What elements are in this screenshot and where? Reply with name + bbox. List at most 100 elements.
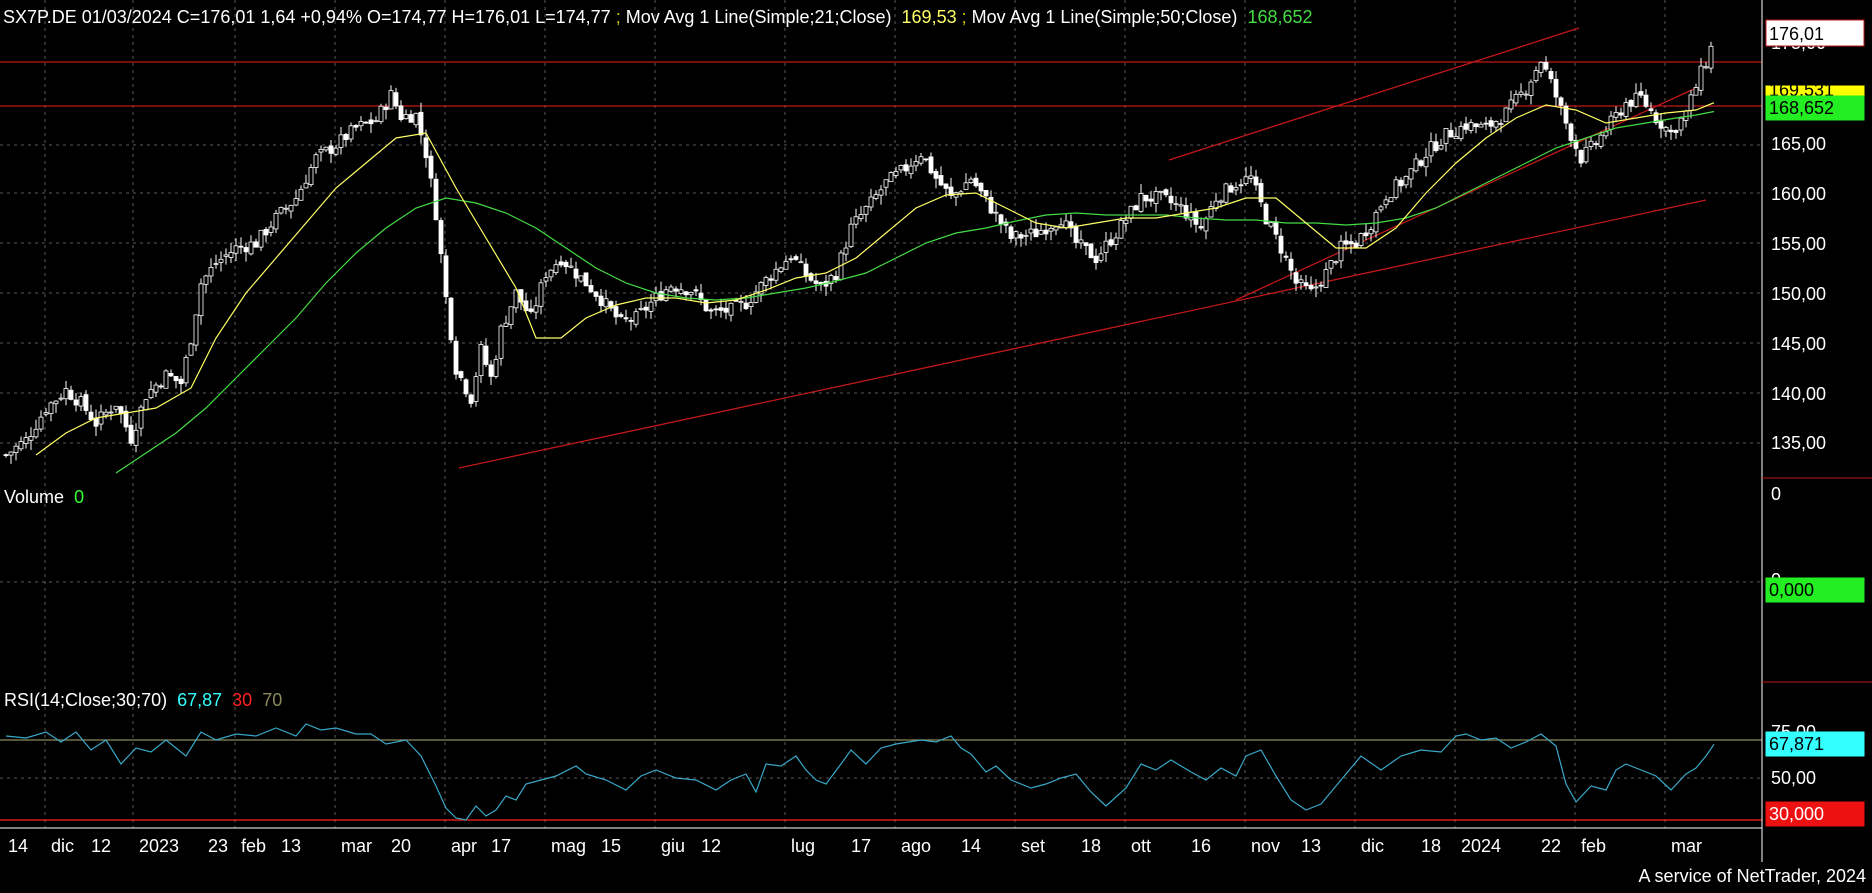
candle-body: [1188, 211, 1194, 221]
candle-body: [923, 158, 929, 161]
ma50-value: 168,652: [1247, 7, 1312, 27]
candle-body: [1028, 228, 1034, 234]
candle-body: [1233, 186, 1239, 191]
candle-body: [188, 343, 194, 356]
candle-body: [1438, 145, 1444, 150]
legend-separator: ;: [962, 7, 972, 27]
trend-line: [1168, 27, 1580, 161]
candle-body: [1018, 234, 1024, 239]
candle-body: [1453, 136, 1459, 140]
candle-body: [458, 371, 464, 379]
candle-body: [298, 188, 304, 201]
candle-body: [893, 171, 899, 176]
candle-body: [1413, 158, 1419, 172]
candle-body: [723, 307, 729, 313]
candle-body: [963, 182, 969, 190]
candle-body: [1603, 131, 1609, 137]
candle-body: [613, 306, 619, 318]
candle-body: [573, 268, 579, 279]
moving-averages: [35, 102, 1715, 474]
chart-window: 175,00165,00160,00155,00150,00145,00140,…: [0, 0, 1872, 888]
candle-body: [938, 175, 944, 186]
candle-body: [968, 178, 974, 183]
candle-body: [1283, 255, 1289, 258]
volume-label: Volume: [4, 487, 64, 507]
date-label: feb: [241, 836, 266, 856]
candle-body: [483, 345, 489, 365]
candle-body: [313, 154, 319, 168]
candle-body: [1303, 282, 1309, 286]
ma21-line: [35, 102, 1715, 456]
candle-body: [928, 156, 934, 174]
candle-body: [1093, 255, 1099, 264]
candle-body: [478, 344, 484, 376]
rsi-legend: RSI(14;Close;30;70) 67,87 30 70: [4, 690, 282, 710]
candle-body: [1538, 61, 1544, 73]
date-label: nov: [1251, 836, 1280, 856]
candle-body: [1663, 127, 1669, 132]
candle-body: [1083, 242, 1089, 247]
candle-body: [678, 289, 684, 294]
candle-body: [463, 379, 469, 395]
date-label: dic: [51, 836, 74, 856]
candle-body: [913, 161, 919, 167]
candle-body: [78, 396, 84, 407]
candle-body: [413, 112, 419, 126]
candle-body: [113, 405, 119, 410]
date-label: 16: [1191, 836, 1211, 856]
candle-body: [718, 307, 724, 311]
candle-body: [118, 406, 124, 414]
candle-body: [38, 416, 44, 430]
candle-body: [1678, 117, 1684, 131]
rsi-lower-level: 30: [232, 690, 252, 710]
candle-body: [878, 189, 884, 196]
candle-body: [1258, 183, 1264, 203]
date-label: 13: [1301, 836, 1321, 856]
candle-body: [103, 411, 109, 416]
rsi-value-tag-text: 67,871: [1769, 734, 1824, 754]
candle-body: [1168, 195, 1174, 204]
candle-body: [1578, 149, 1584, 164]
price-tick-label: 140,00: [1771, 384, 1826, 404]
candle-body: [1088, 243, 1094, 259]
rsi-label: RSI(14;Close;30;70): [4, 690, 167, 710]
candle-body: [598, 295, 604, 306]
candle-body: [1223, 183, 1229, 203]
last-price-tag-text: 176,01: [1769, 24, 1824, 44]
candle-body: [273, 212, 279, 230]
candle-body: [1673, 130, 1679, 133]
candle-body: [1548, 71, 1554, 80]
candle-body: [368, 119, 374, 125]
candle-body: [43, 412, 49, 415]
candle-body: [428, 155, 434, 179]
price-tick-label: 165,00: [1771, 134, 1826, 154]
candle-body: [223, 254, 229, 257]
date-label: 18: [1081, 836, 1101, 856]
candle-body: [763, 277, 769, 286]
candle-body: [1228, 185, 1234, 193]
candle-body: [443, 255, 449, 298]
candle-body: [398, 105, 404, 121]
candle-body: [543, 277, 549, 282]
candle-body: [1023, 234, 1029, 237]
date-label: 17: [491, 836, 511, 856]
candle-body: [58, 397, 64, 400]
candle-body: [23, 437, 29, 444]
candle-body: [1103, 240, 1109, 253]
candle-body: [1178, 204, 1184, 207]
candle-body: [1253, 176, 1259, 186]
candle-body: [558, 261, 564, 266]
candle-body: [328, 145, 334, 154]
chart-header-legend: SX7P.DE 01/03/2024 C=176,01 1,64 +0,94% …: [3, 7, 1313, 27]
candle-body: [1328, 260, 1334, 269]
candle-body: [1568, 123, 1574, 141]
ma21-label: Mov Avg 1 Line(Simple;21;Close): [626, 7, 892, 27]
candle-body: [578, 275, 584, 282]
candle-body: [1348, 241, 1354, 245]
candle-body: [743, 302, 749, 310]
date-label: ago: [901, 836, 931, 856]
candle-body: [1523, 93, 1529, 96]
candle-body: [1318, 284, 1324, 287]
rsi-line: [5, 723, 1715, 821]
date-label: 12: [701, 836, 721, 856]
